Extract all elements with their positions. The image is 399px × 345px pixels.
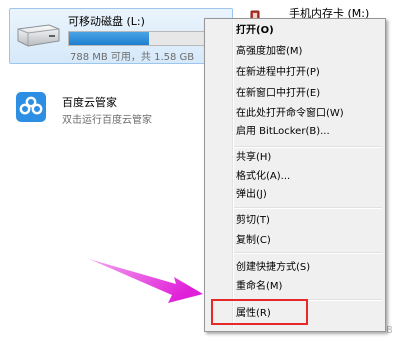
pointer-arrow <box>89 259 203 303</box>
